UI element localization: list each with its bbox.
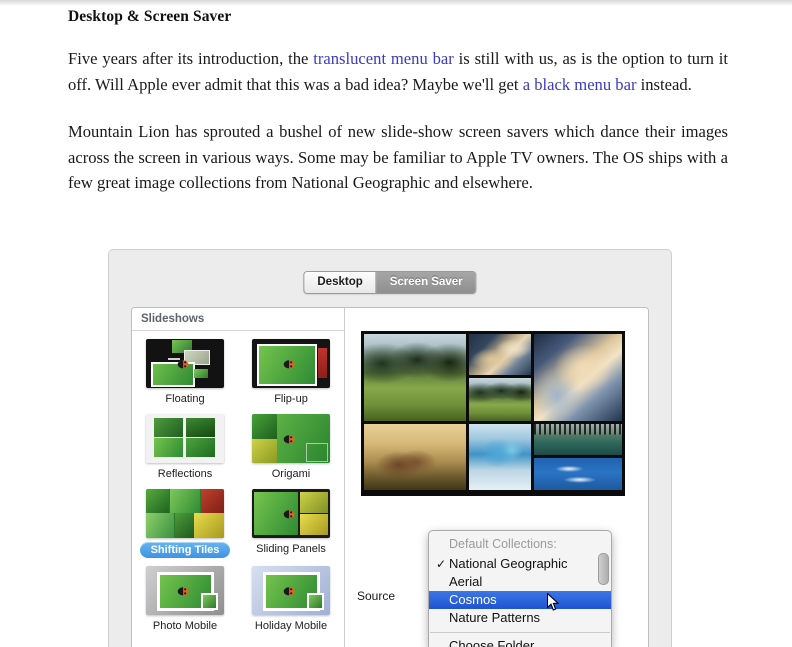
slideshow-thumbnail[interactable] [252,414,330,463]
slideshow-thumbnail[interactable] [146,414,224,463]
menu-item-nature-patterns[interactable]: Nature Patterns [429,609,611,627]
menu-item-label: Aerial [449,574,483,589]
sidebar-header: Slideshows [132,308,344,331]
menu-header-default-collections: Default Collections: [449,537,557,551]
iceberg-photo [469,423,531,490]
tab-bar: Desktop Screen Saver [303,271,477,294]
slideshow-item-label: Shifting Tiles [139,542,231,558]
paragraph-1-text-a: Five years after its introduction, the [68,49,314,68]
photo-mosaic-preview [361,331,625,496]
penguins-photo [533,423,622,456]
slideshow-item-label: Floating [165,393,205,405]
tab-screen-saver[interactable]: Screen Saver [375,272,476,293]
menu-item-choose-folder[interactable]: Choose Folder... [429,637,611,647]
thumbnail-preview-image [252,414,330,463]
thumbnail-preview-image [146,489,224,538]
menu-scrollbar-thumb[interactable] [598,553,609,585]
slideshow-thumbnail[interactable] [252,566,330,615]
page-top-gradient [0,0,792,6]
menu-separator [430,632,610,633]
slideshow-item-shifting-tiles[interactable]: Shifting Tiles [132,489,238,558]
slideshow-grid: Floating Flip-up Reflections Origami Shiftin… [132,331,344,641]
thumbnail-preview-image [252,489,330,538]
slideshow-item-label: Photo Mobile [152,620,218,632]
slideshow-item-flip-up[interactable]: Flip-up [238,339,344,406]
thumbnail-preview-image [252,566,330,615]
thumbnail-preview-image [146,566,224,615]
paragraph-1: Five years after its introduction, the t… [68,46,728,97]
slideshow-item-floating[interactable]: Floating [132,339,238,406]
slideshow-thumbnail[interactable] [146,566,224,615]
slideshow-item-sliding-panels[interactable]: Sliding Panels [238,489,344,558]
green-hills-photo [364,334,467,421]
slideshow-item-photo-mobile[interactable]: Photo Mobile [132,566,238,633]
menu-item-cosmos[interactable]: Cosmos [429,591,611,609]
mosaic-right-stack [533,423,622,490]
polar-bears-photo [533,458,622,490]
checkmark-icon: ✓ [436,557,447,571]
page-title: Desktop & Screen Saver [68,8,232,25]
slideshow-item-label: Sliding Panels [256,543,326,555]
link-black-menu-bar[interactable]: a black menu bar [523,75,637,94]
slideshow-item-origami[interactable]: Origami [238,414,344,481]
slideshow-item-label: Reflections [157,468,213,480]
thumbnail-preview-image [146,339,224,388]
menu-item-national-geographic[interactable]: ✓ National Geographic [429,555,611,573]
tab-desktop[interactable]: Desktop [304,272,376,293]
snow-peak-large-photo [533,334,622,421]
article-body: Desktop & Screen Saver Five years after … [68,8,728,218]
slideshow-thumbnail[interactable] [252,339,330,388]
slideshow-item-holiday-mobile[interactable]: Holiday Mobile [238,566,344,633]
slideshow-item-label: Flip-up [274,393,308,405]
green-hills-small-photo [469,378,531,421]
snow-peak-small-photo [469,334,531,376]
slideshow-item-label: Holiday Mobile [254,620,328,632]
source-label: Source [357,589,396,603]
slideshow-item-label: Origami [271,468,311,480]
mouse-cursor-icon [547,593,559,611]
thumbnail-preview-image [146,414,224,463]
paragraph-2: Mountain Lion has sprouted a bushel of n… [68,122,728,192]
thumbnail-preview-image [252,339,330,388]
slideshow-thumbnail[interactable] [146,339,224,388]
menu-item-label: National Geographic [449,556,568,571]
lions-grass-photo [364,423,467,490]
menu-item-aerial[interactable]: Aerial [429,573,611,591]
menu-item-label: Cosmos [449,592,497,607]
slideshow-thumbnail[interactable] [146,489,224,538]
menu-item-label: Nature Patterns [449,610,541,625]
source-popup-menu: Default Collections: ✓ National Geographi… [428,530,612,647]
slideshow-item-reflections[interactable]: Reflections [132,414,238,481]
link-translucent-menu-bar[interactable]: translucent menu bar [313,49,454,68]
slideshows-sidebar: Slideshows Floating Flip-up Reflections Ori… [132,308,345,647]
slideshow-thumbnail[interactable] [252,489,330,538]
paragraph-1-text-c: instead. [636,74,692,94]
menu-item-list: ✓ National Geographic Aerial Cosmos Nature P… [429,555,611,627]
